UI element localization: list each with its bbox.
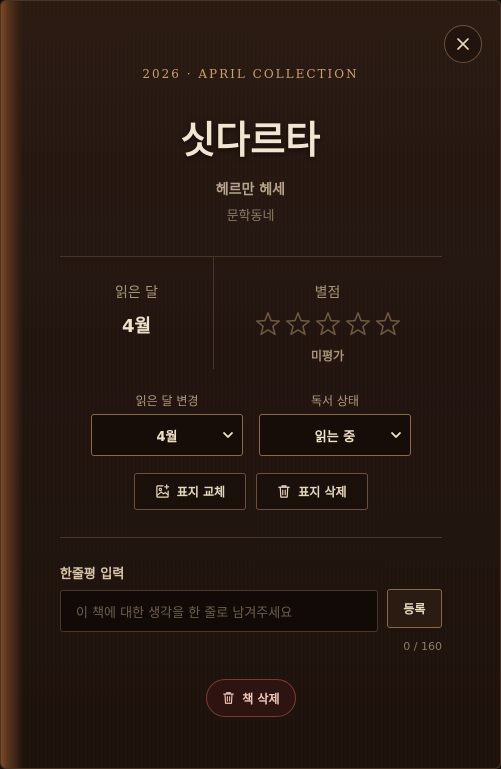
- star-outline-icon: [285, 312, 310, 336]
- review-label: 한줄평 입력: [60, 567, 125, 582]
- star-5[interactable]: [374, 307, 403, 341]
- star-1[interactable]: [253, 307, 282, 341]
- close-button[interactable]: [444, 25, 482, 63]
- book-author: 헤르만 헤세: [215, 182, 286, 198]
- replace-cover-button[interactable]: 표지 교체: [134, 473, 246, 510]
- image-add-icon: [156, 484, 170, 498]
- delete-cover-button[interactable]: 표지 삭제: [256, 473, 368, 510]
- book-publisher: 문학동네: [226, 209, 275, 224]
- month-value: 4월: [121, 316, 152, 337]
- star-outline-icon: [255, 312, 280, 336]
- book-detail-modal: 2026 · APRIL COLLECTION 싯다르타 헤르만 헤세 문학동네…: [0, 0, 501, 769]
- star-outline-icon: [376, 312, 401, 336]
- star-rating[interactable]: [253, 307, 403, 341]
- review-placeholder: 이 책에 대한 생각을 한 줄로 남겨주세요: [76, 605, 293, 621]
- month-select[interactable]: 4월: [91, 414, 243, 456]
- replace-cover-label: 표지 교체: [176, 485, 226, 499]
- chevron-down-icon: [391, 432, 401, 438]
- collection-label: 2026 · APRIL COLLECTION: [142, 67, 359, 81]
- divider-middle: [60, 537, 442, 538]
- status-select-label: 독서 상태: [311, 394, 359, 408]
- delete-cover-label: 표지 삭제: [298, 485, 347, 499]
- review-input[interactable]: 이 책에 대한 생각을 한 줄로 남겨주세요: [60, 590, 378, 632]
- month-select-value: 4월: [156, 429, 178, 445]
- month-label: 읽은 달: [114, 285, 159, 301]
- star-outline-icon: [346, 312, 371, 336]
- rating-status: 미평가: [310, 349, 345, 363]
- delete-book-label: 책 삭제: [242, 691, 280, 706]
- month-select-label: 읽은 달 변경: [135, 394, 199, 408]
- rating-label: 별점: [314, 285, 341, 301]
- trash-icon: [278, 485, 291, 498]
- star-3[interactable]: [313, 307, 342, 341]
- register-button[interactable]: 등록: [387, 589, 442, 628]
- status-select[interactable]: 읽는 중: [259, 414, 411, 456]
- divider-top: [60, 256, 442, 257]
- star-2[interactable]: [283, 307, 312, 341]
- char-count: 0 / 160: [403, 640, 442, 653]
- trash-icon: [223, 692, 235, 704]
- status-select-value: 읽는 중: [314, 429, 356, 445]
- delete-book-button[interactable]: 책 삭제: [206, 679, 296, 717]
- star-outline-icon: [315, 312, 341, 336]
- chevron-down-icon: [223, 432, 233, 438]
- close-icon: [457, 38, 469, 50]
- star-4[interactable]: [344, 307, 373, 341]
- book-title: 싯다르타: [180, 117, 321, 162]
